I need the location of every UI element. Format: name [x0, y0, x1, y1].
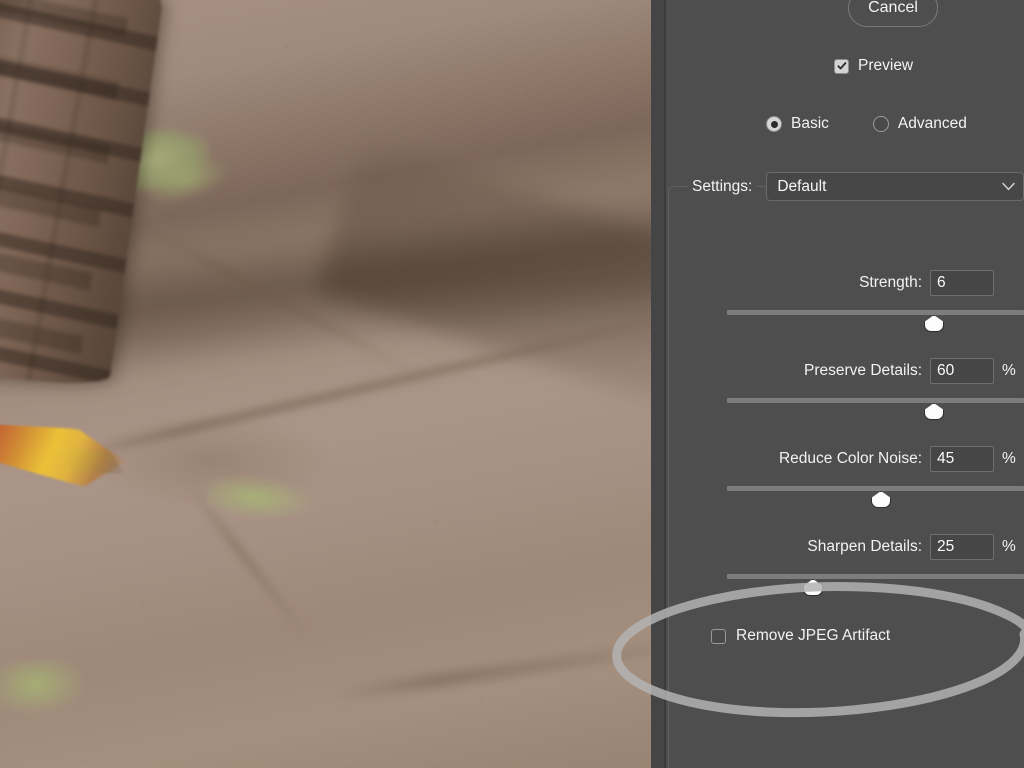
chevron-down-icon	[1002, 178, 1015, 196]
checkmark-icon	[836, 62, 846, 70]
slider-sharpen-details-unit: %	[1002, 538, 1016, 555]
panel-gutter	[651, 0, 664, 768]
image-preview-canvas[interactable]	[0, 0, 651, 768]
settings-preset-select[interactable]: Default	[766, 172, 1024, 201]
slider-reduce-color-noise-input[interactable]	[930, 446, 994, 472]
slider-preserve-details-thumb[interactable]	[924, 403, 944, 420]
slider-sharpen-details-input[interactable]	[930, 534, 994, 560]
slider-sharpen-details-label: Sharpen Details:	[807, 538, 922, 555]
slider-preserve-details-label: Preserve Details:	[803, 362, 922, 379]
slider-sharpen-details: Sharpen Details: %	[666, 534, 1024, 598]
slider-strength: Strength:	[666, 270, 1024, 334]
slider-reduce-color-noise-track[interactable]	[727, 486, 1024, 491]
mode-radio-group: Basic Advanced	[766, 115, 967, 133]
remove-jpeg-artifact-checkbox[interactable]	[711, 628, 726, 644]
slider-reduce-color-noise-unit: %	[1002, 450, 1016, 467]
slider-strength-track[interactable]	[727, 310, 1024, 315]
slider-preserve-details-unit: %	[1002, 362, 1016, 379]
slider-sharpen-details-track[interactable]	[727, 574, 1024, 579]
slider-strength-header: Strength:	[666, 270, 1024, 296]
mode-radio-advanced-label: Advanced	[897, 115, 967, 132]
slider-reduce-color-noise-track-area[interactable]	[666, 484, 1024, 510]
slider-reduce-color-noise: Reduce Color Noise: %	[666, 446, 1024, 510]
preview-checkbox-row[interactable]: Preview	[834, 57, 913, 75]
radio-selected-dot	[770, 120, 778, 128]
slider-sharpen-details-track-area[interactable]	[666, 572, 1024, 598]
slider-preserve-details-track-area[interactable]	[666, 396, 1024, 422]
slider-strength-thumb[interactable]	[924, 315, 944, 332]
settings-preset-label: Settings:	[688, 177, 757, 196]
slider-reduce-color-noise-thumb[interactable]	[871, 491, 891, 508]
slider-preserve-details: Preserve Details: %	[666, 358, 1024, 422]
slider-preserve-details-header: Preserve Details: %	[666, 358, 1024, 384]
mode-radio-advanced[interactable]: Advanced	[872, 115, 967, 133]
preview-checkbox-label: Preview	[858, 57, 914, 74]
settings-panel: Cancel Preview Basic Advanced Settings: …	[666, 0, 1024, 768]
remove-jpeg-artifact-row[interactable]: Remove JPEG Artifact	[711, 627, 890, 645]
slider-reduce-color-noise-label: Reduce Color Noise:	[778, 450, 922, 467]
cancel-button[interactable]: Cancel	[848, 0, 938, 27]
slider-preserve-details-track[interactable]	[727, 398, 1024, 403]
slider-sharpen-details-header: Sharpen Details: %	[666, 534, 1024, 560]
slider-reduce-color-noise-header: Reduce Color Noise: %	[666, 446, 1024, 472]
preview-grit-speckle	[0, 0, 651, 768]
reduce-noise-dialog: Cancel Preview Basic Advanced Settings: …	[0, 0, 1024, 768]
slider-sharpen-details-thumb[interactable]	[803, 579, 823, 596]
mode-radio-basic-label: Basic	[791, 115, 829, 132]
settings-preset-row: Settings: Default	[688, 172, 1024, 201]
slider-strength-label: Strength:	[859, 274, 922, 291]
remove-jpeg-artifact-label: Remove JPEG Artifact	[736, 627, 891, 644]
mode-radio-basic[interactable]: Basic	[766, 115, 829, 133]
slider-preserve-details-input[interactable]	[930, 358, 994, 384]
preview-checkbox[interactable]	[834, 58, 849, 74]
radio-advanced-icon[interactable]	[872, 116, 889, 132]
settings-preset-value: Default	[777, 177, 827, 195]
radio-basic-icon[interactable]	[766, 116, 782, 132]
slider-strength-track-area[interactable]	[666, 308, 1024, 334]
slider-strength-input[interactable]	[930, 270, 994, 296]
